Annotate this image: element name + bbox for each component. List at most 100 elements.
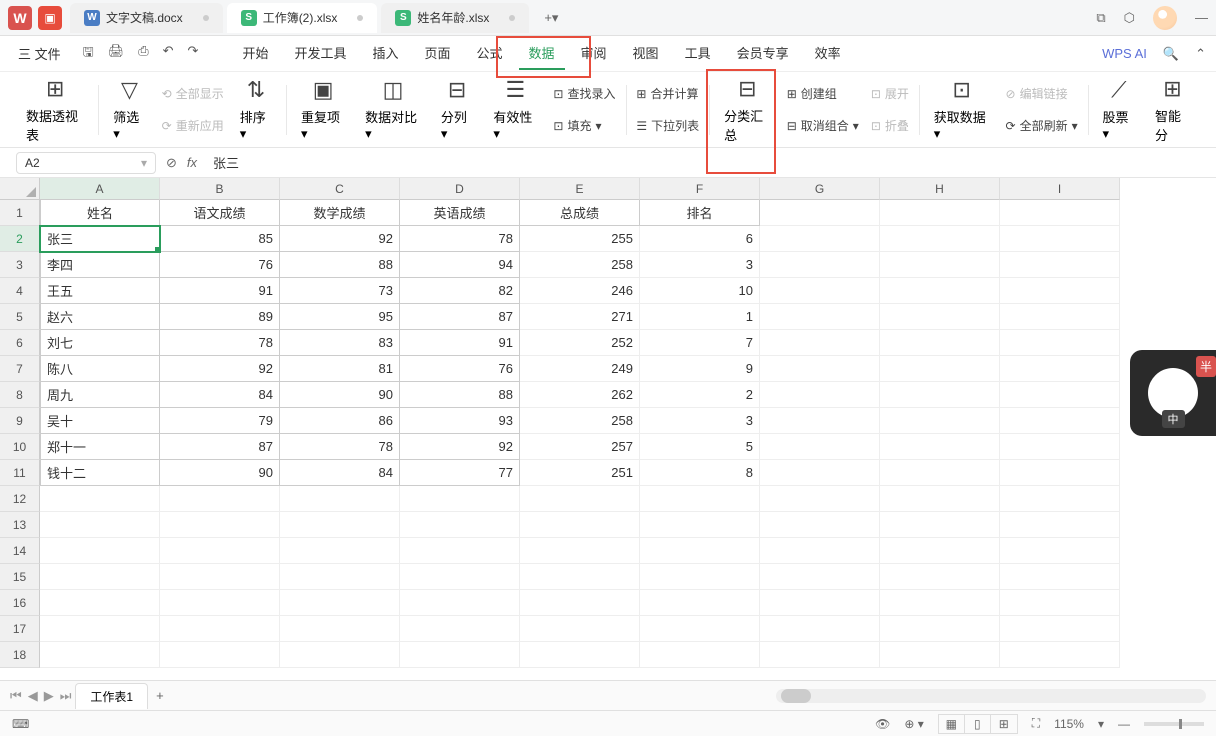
cell-r5-c1[interactable]: 89 xyxy=(160,304,280,330)
cell-empty[interactable] xyxy=(280,486,400,512)
tab-close-icon[interactable] xyxy=(509,15,515,21)
minimize-icon[interactable]: — xyxy=(1195,10,1208,25)
ungroup-button[interactable]: ⊟ 取消组合 ▾ xyxy=(787,113,859,139)
new-tab-button[interactable]: + ▾ xyxy=(541,8,561,28)
cell-r9-c7[interactable] xyxy=(880,408,1000,434)
cell-r8-c2[interactable]: 90 xyxy=(280,382,400,408)
filter-button[interactable]: ▽筛选 ▾ xyxy=(103,77,155,142)
cell-r5-c5[interactable]: 1 xyxy=(640,304,760,330)
cell-empty[interactable] xyxy=(280,642,400,668)
cell-r5-c3[interactable]: 87 xyxy=(400,304,520,330)
cell-r3-c2[interactable]: 88 xyxy=(280,252,400,278)
column-header-E[interactable]: E xyxy=(520,178,640,200)
row-header-6[interactable]: 6 xyxy=(0,330,40,356)
cell-r2-c7[interactable] xyxy=(880,226,1000,252)
column-header-C[interactable]: C xyxy=(280,178,400,200)
cell-empty[interactable] xyxy=(400,486,520,512)
cell-empty[interactable] xyxy=(760,642,880,668)
menu-item-6[interactable]: 审阅 xyxy=(571,37,617,70)
cell-r2-c1[interactable]: 85 xyxy=(160,226,280,252)
cell-empty[interactable] xyxy=(40,486,160,512)
pdf-icon[interactable]: ▣ xyxy=(38,6,62,30)
qat-print-icon[interactable]: 🖨 xyxy=(108,43,125,65)
cell-empty[interactable] xyxy=(880,538,1000,564)
cell-r9-c0[interactable]: 吴十 xyxy=(40,408,160,434)
cell-r11-c4[interactable]: 251 xyxy=(520,460,640,486)
cell-r2-c0[interactable]: 张三 xyxy=(40,226,160,252)
name-box[interactable]: A2 ▾ xyxy=(16,152,156,174)
cell-r8-c7[interactable] xyxy=(880,382,1000,408)
formula-input[interactable]: 张三 xyxy=(207,153,1200,172)
cell-r2-c6[interactable] xyxy=(760,226,880,252)
cell-empty[interactable] xyxy=(400,512,520,538)
row-header-11[interactable]: 11 xyxy=(0,460,40,486)
cell-r11-c7[interactable] xyxy=(880,460,1000,486)
cell-empty[interactable] xyxy=(520,590,640,616)
cell-r10-c5[interactable]: 5 xyxy=(640,434,760,460)
tab-close-icon[interactable] xyxy=(357,15,363,21)
fullscreen-icon[interactable]: ⛶ xyxy=(1032,716,1040,731)
find-record-button[interactable]: ⊡ 查找录入 xyxy=(553,81,615,107)
cell-empty[interactable] xyxy=(760,538,880,564)
tab-close-icon[interactable] xyxy=(203,15,209,21)
cell-r10-c1[interactable]: 87 xyxy=(160,434,280,460)
cell-empty[interactable] xyxy=(760,512,880,538)
menu-item-5[interactable]: 数据 xyxy=(519,37,565,70)
cell-r3-c5[interactable]: 3 xyxy=(640,252,760,278)
cell-empty[interactable] xyxy=(640,642,760,668)
chevron-down-icon[interactable]: ▾ xyxy=(1098,717,1104,731)
cell-r4-c0[interactable]: 王五 xyxy=(40,278,160,304)
menu-item-0[interactable]: 开始 xyxy=(232,37,278,70)
cell-r11-c1[interactable]: 90 xyxy=(160,460,280,486)
cell-r3-c1[interactable]: 76 xyxy=(160,252,280,278)
cell-r9-c4[interactable]: 258 xyxy=(520,408,640,434)
row-header-14[interactable]: 14 xyxy=(0,538,40,564)
cell-r4-c6[interactable] xyxy=(760,278,880,304)
cell-empty[interactable] xyxy=(40,616,160,642)
cell-empty[interactable] xyxy=(280,564,400,590)
column-header-D[interactable]: D xyxy=(400,178,520,200)
pivot-table-button[interactable]: ⊞数据透视表 xyxy=(16,76,94,144)
cell-r6-c0[interactable]: 刘七 xyxy=(40,330,160,356)
view-page-button[interactable]: ▯ xyxy=(965,715,991,733)
cell-empty[interactable] xyxy=(1000,564,1120,590)
cell-r4-c5[interactable]: 10 xyxy=(640,278,760,304)
cell-empty[interactable] xyxy=(1000,590,1120,616)
cell-r2-c2[interactable]: 92 xyxy=(280,226,400,252)
cell-empty[interactable] xyxy=(40,538,160,564)
cell-r9-c6[interactable] xyxy=(760,408,880,434)
view-normal-button[interactable]: ▦ xyxy=(939,715,965,733)
column-header-A[interactable]: A xyxy=(40,178,160,200)
expand-button[interactable]: ⊡ 展开 xyxy=(871,81,909,107)
validation-button[interactable]: ☰有效性 ▾ xyxy=(483,77,547,142)
cell-r5-c8[interactable] xyxy=(1000,304,1120,330)
fill-button[interactable]: ⊡ 填充 ▾ xyxy=(553,113,615,139)
cell-empty[interactable] xyxy=(40,642,160,668)
cell-r3-c0[interactable]: 李四 xyxy=(40,252,160,278)
cell-empty[interactable] xyxy=(280,538,400,564)
menu-item-9[interactable]: 会员专享 xyxy=(727,37,799,70)
cell-r2-c4[interactable]: 255 xyxy=(520,226,640,252)
cell-r4-c2[interactable]: 73 xyxy=(280,278,400,304)
cell-header-0[interactable]: 姓名 xyxy=(40,200,160,226)
cell-empty[interactable] xyxy=(400,590,520,616)
row-header-3[interactable]: 3 xyxy=(0,252,40,278)
chevron-up-icon[interactable]: ⌃ xyxy=(1195,46,1206,62)
cell-empty[interactable] xyxy=(760,590,880,616)
menu-item-8[interactable]: 工具 xyxy=(675,37,721,70)
cell-r11-c6[interactable] xyxy=(760,460,880,486)
cell-r6-c3[interactable]: 91 xyxy=(400,330,520,356)
row-header-15[interactable]: 15 xyxy=(0,564,40,590)
column-header-H[interactable]: H xyxy=(880,178,1000,200)
row-header-10[interactable]: 10 xyxy=(0,434,40,460)
cell-empty[interactable] xyxy=(880,486,1000,512)
cell-r4-c7[interactable] xyxy=(880,278,1000,304)
qat-undo-icon[interactable]: ↶ xyxy=(163,43,174,65)
cell-r9-c3[interactable]: 93 xyxy=(400,408,520,434)
cell-r5-c4[interactable]: 271 xyxy=(520,304,640,330)
cell-r6-c5[interactable]: 7 xyxy=(640,330,760,356)
row-header-2[interactable]: 2 xyxy=(0,226,40,252)
cell-r4-c3[interactable]: 82 xyxy=(400,278,520,304)
row-header-8[interactable]: 8 xyxy=(0,382,40,408)
reapply-button[interactable]: ⟳ 重新应用 xyxy=(162,113,224,139)
